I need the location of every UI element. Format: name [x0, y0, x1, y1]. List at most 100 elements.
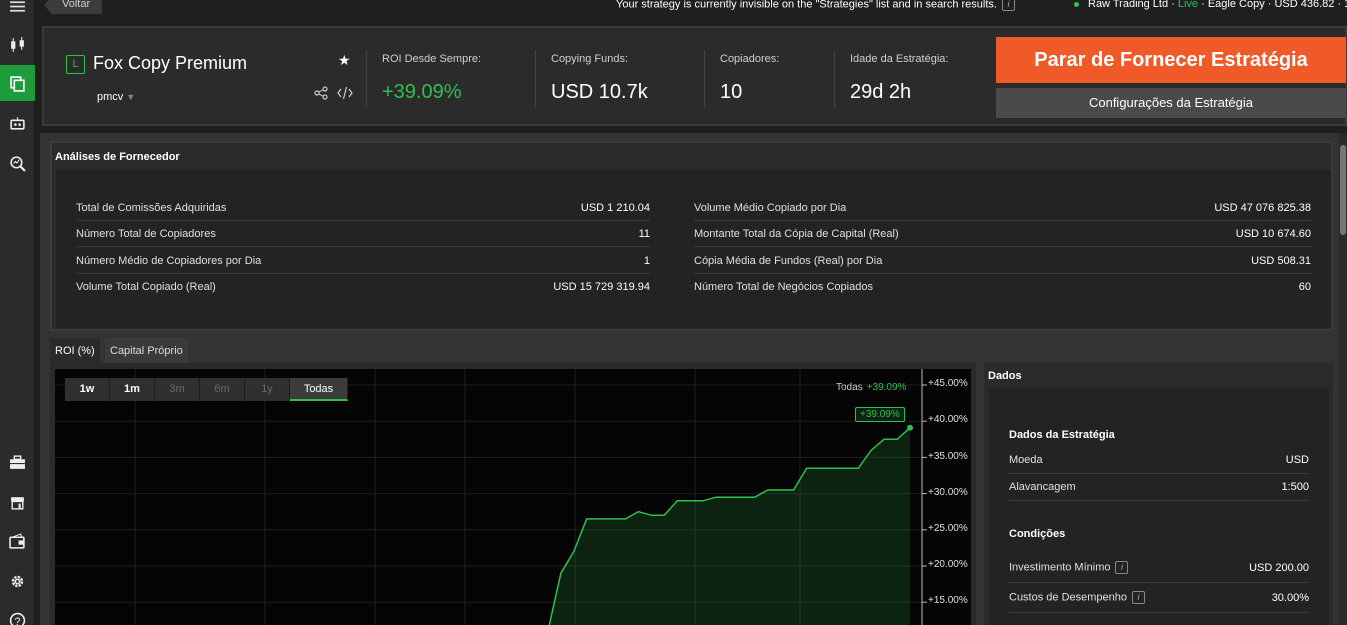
- live-status-dot: [1074, 1, 1079, 7]
- store-icon[interactable]: [0, 484, 35, 520]
- back-button[interactable]: Voltar: [44, 0, 103, 14]
- y-tick-label: +30.00%: [928, 487, 968, 498]
- briefcase-icon[interactable]: [0, 444, 35, 480]
- data-value: USD: [1285, 454, 1309, 466]
- visibility-notice: Your strategy is currently invisible on …: [616, 0, 1015, 11]
- gear-icon[interactable]: [0, 563, 35, 599]
- analytics-label: Volume Total Copiado (Real): [76, 281, 216, 293]
- stat-copiers-value: 10: [720, 81, 743, 103]
- analytics-row: Volume Total Copiado (Real) USD 15 729 31…: [76, 274, 650, 300]
- last-value-tag: +39.09%: [855, 407, 905, 422]
- strategy-name: Fox Copy Premium: [93, 53, 248, 73]
- data-panel-body: Dados da Estratégia Moeda USD Alavancagem…: [989, 388, 1329, 625]
- analytics-value: 1: [643, 254, 650, 267]
- analytics-label: Número Médio de Copiadores por Dia: [76, 254, 262, 267]
- stat-copying-funds-value: USD 10.7k: [551, 81, 648, 103]
- roi-chart: 1w 1m 3m 6m 1y Todas Todas +39.09% +39.09…: [55, 369, 971, 625]
- info-icon[interactable]: i: [1132, 591, 1146, 604]
- analytics-row: Total de Comissões Adquiridas USD 1 210.0…: [76, 195, 650, 221]
- stat-strategy-age-value: 29d 2h: [850, 81, 912, 103]
- robot-icon[interactable]: [0, 105, 35, 141]
- data-value: 1:500: [1281, 481, 1309, 493]
- strategy-header: L Fox Copy Premium pmcv ▼ ★ ROI Desde Se…: [42, 26, 1347, 126]
- account-live-label: Live: [1177, 0, 1199, 10]
- analytics-value: USD 10 674.60: [1235, 227, 1311, 240]
- analytics-value: USD 508.31: [1251, 254, 1311, 267]
- top-bar: Voltar Your strategy is currently invisi…: [36, 0, 1347, 16]
- share-icon[interactable]: [314, 86, 328, 100]
- period-1m-button[interactable]: 1m: [110, 378, 155, 401]
- scroll-thumb[interactable]: [1340, 145, 1346, 235]
- strategy-type-badge: L: [66, 55, 85, 74]
- visibility-notice-text: Your strategy is currently invisible on …: [616, 0, 997, 11]
- legend-period: Todas: [836, 382, 863, 393]
- info-icon[interactable]: i: [1115, 561, 1129, 574]
- stat-strategy-age: Idade da Estratégia: 29d 2h: [834, 50, 948, 108]
- scrollbar[interactable]: [1339, 133, 1347, 625]
- analytics-label: Volume Médio Copiado por Dia: [694, 201, 847, 214]
- strategy-settings-button[interactable]: Configurações da Estratégia: [996, 88, 1346, 118]
- period-1w-button[interactable]: 1w: [65, 378, 110, 401]
- conditions-heading: Condições: [1009, 528, 1066, 540]
- y-tick-label: +45.00%: [928, 378, 968, 389]
- tab-equity[interactable]: Capital Próprio: [105, 338, 188, 364]
- candlestick-icon[interactable]: [0, 26, 35, 62]
- star-icon[interactable]: ★: [338, 52, 351, 69]
- data-row: Custos de Desempenho i 30.00%: [1009, 583, 1309, 613]
- stat-copying-funds-label: Copying Funds:: [551, 53, 629, 65]
- stat-copiers: Copiadores: 10: [704, 50, 779, 108]
- y-tick-label: +35.00%: [928, 451, 968, 462]
- owner-selector[interactable]: pmcv ▼: [97, 91, 135, 103]
- chart-legend: Todas +39.09%: [836, 382, 906, 393]
- info-icon[interactable]: i: [1001, 0, 1015, 11]
- analytics-label: Cópia Média de Fundos (Real) por Dia: [694, 254, 883, 267]
- search-chart-icon[interactable]: [0, 145, 35, 181]
- data-label: Custos de Desempenho: [1009, 591, 1128, 604]
- embed-code-icon[interactable]: [337, 86, 353, 100]
- left-sidebar: ?: [0, 0, 35, 625]
- analytics-label: Montante Total da Cópia de Capital (Real…: [694, 227, 899, 240]
- data-panel: Dados Dados da Estratégia Moeda USD Alava…: [984, 363, 1333, 625]
- data-value: 30.00%: [1271, 591, 1309, 604]
- app-root: ? Voltar Your strategy is currently invi…: [0, 0, 1347, 625]
- wallet-icon[interactable]: [0, 523, 35, 559]
- provider-analytics-body: Total de Comissões Adquiridas USD 1 210.0…: [56, 170, 1331, 328]
- stop-providing-button[interactable]: Parar de Fornecer Estratégia: [996, 37, 1346, 83]
- data-label: Investimento Mínimo: [1009, 561, 1111, 574]
- period-all-button[interactable]: Todas: [290, 378, 348, 401]
- analytics-value: 11: [638, 227, 650, 240]
- roi-last-point: [907, 424, 913, 431]
- stat-copiers-label: Copiadores:: [720, 53, 780, 65]
- analytics-row: Número Médio de Copiadores por Dia 1: [76, 248, 650, 274]
- svg-text:?: ?: [15, 615, 21, 625]
- owner-name: pmcv: [97, 91, 124, 103]
- analytics-label: Número Total de Negócios Copiados: [694, 281, 873, 293]
- analytics-row: Número Total de Negócios Copiados 60: [694, 274, 1311, 300]
- analytics-value: USD 15 729 319.94: [553, 281, 650, 293]
- data-label: Alavancagem: [1009, 481, 1076, 493]
- period-3m-button[interactable]: 3m: [155, 378, 200, 401]
- account-details: · Eagle Copy · USD 436.82 · 1:500: [1201, 0, 1347, 10]
- analytics-label: Número Total de Copiadores: [76, 227, 216, 240]
- analytics-row: Montante Total da Cópia de Capital (Real…: [694, 221, 1311, 247]
- help-icon[interactable]: ?: [0, 602, 35, 625]
- stat-strategy-age-label: Idade da Estratégia:: [850, 53, 949, 65]
- strategy-data-heading: Dados da Estratégia: [1009, 429, 1115, 441]
- data-row: Moeda USD: [1009, 447, 1309, 474]
- account-selector[interactable]: Raw Trading Ltd · Live · Eagle Copy · US…: [1074, 0, 1347, 10]
- menu-icon[interactable]: [0, 0, 35, 24]
- stat-roi-value: +39.09%: [382, 81, 462, 103]
- copy-icon[interactable]: [0, 65, 35, 101]
- y-tick-label: +40.00%: [928, 414, 968, 425]
- analytics-row: Número Total de Copiadores 11: [76, 221, 650, 247]
- period-1y-button[interactable]: 1y: [245, 378, 290, 401]
- stat-copying-funds: Copying Funds: USD 10.7k: [535, 50, 648, 108]
- period-6m-button[interactable]: 6m: [200, 378, 245, 401]
- analytics-label: Total de Comissões Adquiridas: [76, 201, 227, 214]
- stat-roi-label: ROI Desde Sempre:: [382, 53, 482, 65]
- y-tick-label: +25.00%: [928, 523, 968, 534]
- tab-roi[interactable]: ROI (%): [50, 338, 100, 364]
- roi-chart-panel: 1w 1m 3m 6m 1y Todas Todas +39.09% +39.09…: [50, 363, 976, 625]
- account-broker: Raw Trading Ltd ·: [1088, 0, 1178, 10]
- main-content: Análises de Fornecedor Total de Comissõe…: [40, 133, 1347, 625]
